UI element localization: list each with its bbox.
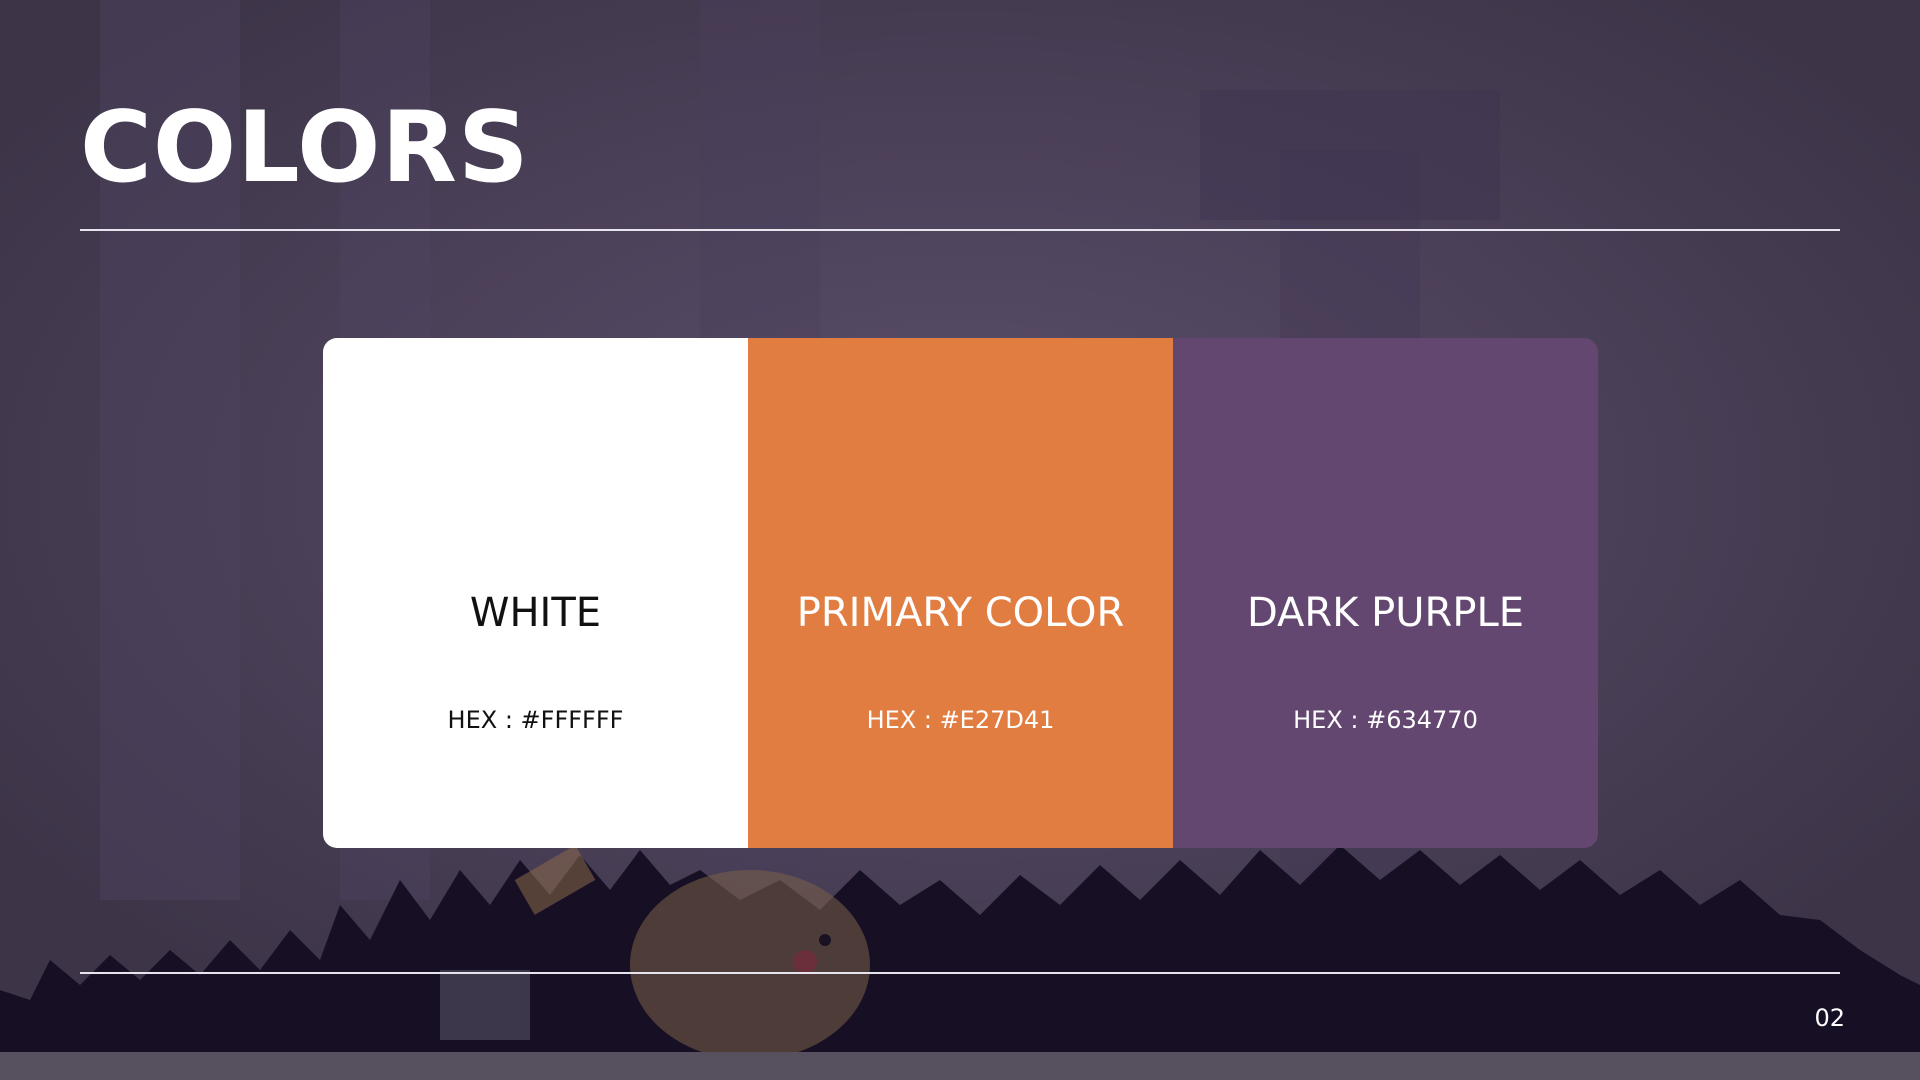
bottom-band: [0, 1052, 1920, 1080]
swatch-dark-purple: DARK PURPLE HEX : #634770: [1173, 338, 1598, 848]
swatch-name: PRIMARY COLOR: [796, 590, 1125, 636]
page-title: COLORS: [80, 91, 530, 205]
color-palette: WHITE HEX : #FFFFFF PRIMARY COLOR HEX : …: [323, 338, 1598, 848]
bottom-divider: [80, 972, 1840, 974]
swatch-white: WHITE HEX : #FFFFFF: [323, 338, 748, 848]
swatch-hex: HEX : #E27D41: [866, 706, 1055, 734]
swatch-name: DARK PURPLE: [1246, 590, 1525, 636]
slide: COLORS WHITE HEX : #FFFFFF PRIMARY COLOR…: [0, 0, 1920, 1080]
swatch-hex: HEX : #634770: [1293, 706, 1478, 734]
swatch-primary-color: PRIMARY COLOR HEX : #E27D41: [748, 338, 1173, 848]
top-divider: [80, 229, 1840, 231]
swatch-name: WHITE: [469, 590, 602, 636]
swatch-hex: HEX : #FFFFFF: [447, 706, 624, 734]
page-number: 02: [1814, 1004, 1845, 1032]
